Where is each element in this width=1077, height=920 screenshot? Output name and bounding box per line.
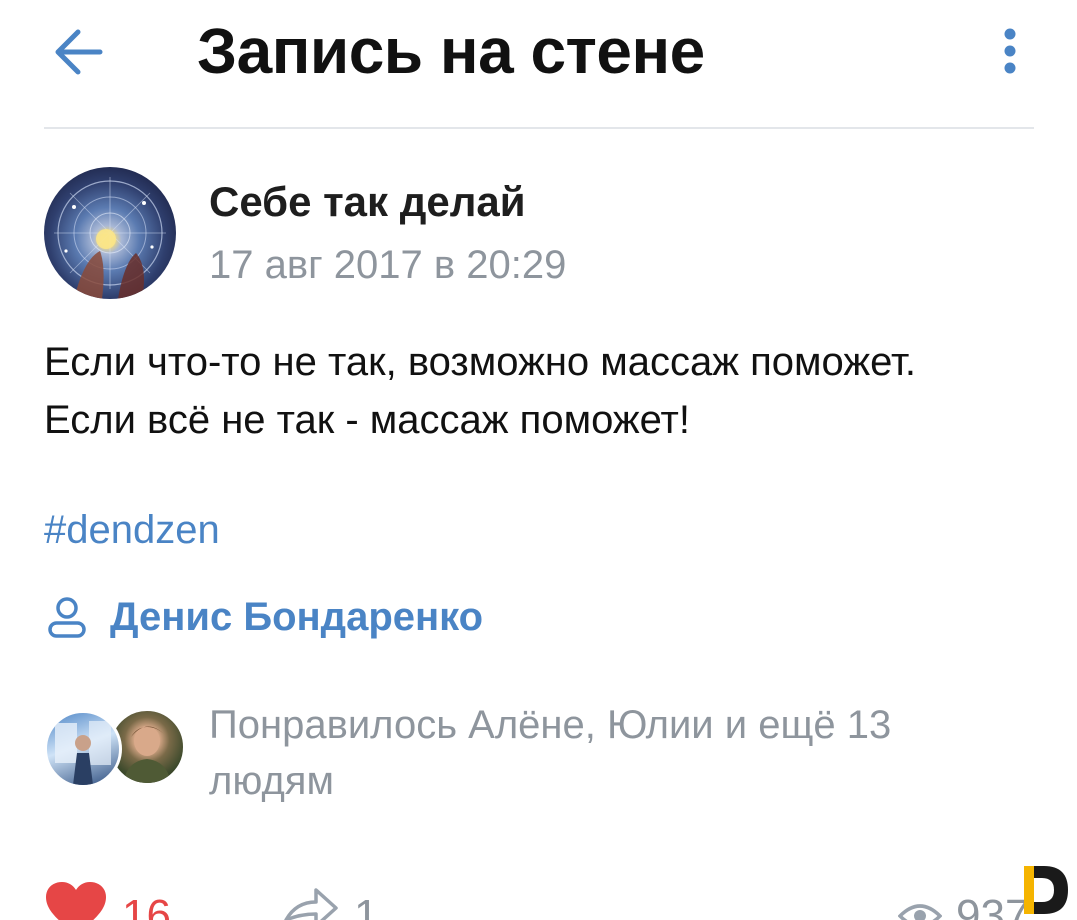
post-date: 17 авг 2017 в 20:29 [209,243,567,287]
repost-count: 1 [354,891,379,920]
more-menu-button[interactable] [992,24,1028,80]
arrow-left-icon [55,29,103,75]
eye-icon [898,904,942,920]
like-button[interactable]: 16 [44,880,171,920]
like-count: 16 [122,891,171,920]
likes-summary[interactable]: Понравилось Алёне, Юлии и ещё 13 людям [209,697,1029,809]
page-title: Запись на стене [197,15,705,87]
back-button[interactable] [48,24,108,80]
more-vertical-icon [1004,28,1016,74]
header: Запись на стене [0,0,1077,129]
post-text-line: Если что-то не так, возможно массаж помо… [44,340,917,384]
post-text: Если что-то не так, возможно массаж помо… [44,333,916,449]
likes-summary-line: Понравилось Алёне, Юлии и ещё 13 [209,703,892,747]
person-icon [48,597,86,638]
views-counter: 937 [898,880,1029,920]
header-divider [44,127,1034,129]
views-count: 937 [956,891,1030,920]
author-name[interactable]: Себе так делай [209,178,526,226]
wall-post-screen: Запись на стене Себе так делай 17 авг 20… [0,0,1077,920]
likers-avatars[interactable] [44,708,194,790]
heart-icon [46,882,106,920]
share-button[interactable]: 1 [282,880,378,920]
post-signer[interactable]: Денис Бондаренко [44,590,483,644]
author-avatar[interactable] [44,167,176,299]
likes-summary-line: людям [209,759,334,803]
post-text-line: Если всё не так - массаж поможет! [44,398,690,442]
liker-avatar [44,710,122,788]
signer-name: Денис Бондаренко [110,594,484,639]
watermark-logo [1020,862,1072,918]
hashtag-link[interactable]: #dendzen [44,508,220,553]
share-icon [284,888,338,920]
